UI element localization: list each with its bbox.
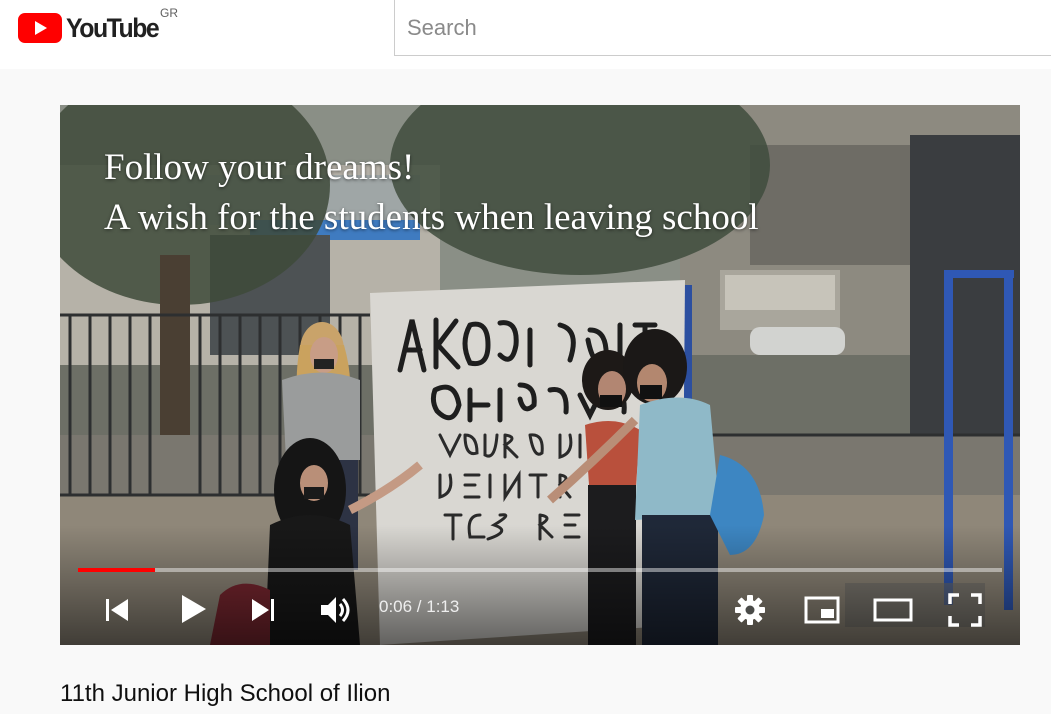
overlay-line-2: A wish for the students when leaving sch… bbox=[104, 197, 759, 238]
top-bar: YouTube GR bbox=[0, 0, 1051, 69]
next-icon[interactable] bbox=[248, 595, 278, 625]
video-overlay-caption: Follow your dreams! A wish for the stude… bbox=[104, 143, 759, 243]
previous-icon[interactable] bbox=[102, 595, 132, 625]
controls-gradient bbox=[60, 525, 1020, 645]
overlay-line-1: Follow your dreams! bbox=[104, 147, 415, 188]
youtube-logo[interactable]: YouTube bbox=[18, 12, 166, 44]
search-input[interactable] bbox=[405, 12, 1009, 44]
video-player[interactable]: Follow your dreams! A wish for the stude… bbox=[60, 105, 1020, 645]
time-display: 0:06 / 1:13 bbox=[379, 597, 460, 616]
progress-bar[interactable] bbox=[78, 568, 1002, 572]
progress-played bbox=[78, 568, 155, 572]
youtube-play-logo-icon bbox=[18, 13, 62, 43]
fullscreen-icon[interactable] bbox=[946, 591, 984, 629]
logo-wordmark: YouTube bbox=[66, 12, 160, 43]
search-box[interactable] bbox=[394, 0, 1051, 56]
theater-mode-icon[interactable] bbox=[872, 594, 914, 626]
volume-icon[interactable] bbox=[318, 593, 352, 627]
video-title[interactable]: 11th Junior High School of Ilion bbox=[60, 680, 390, 708]
play-icon[interactable] bbox=[176, 591, 212, 627]
region-code: GR bbox=[160, 6, 178, 20]
miniplayer-icon[interactable] bbox=[803, 593, 841, 627]
settings-icon[interactable] bbox=[734, 594, 766, 626]
